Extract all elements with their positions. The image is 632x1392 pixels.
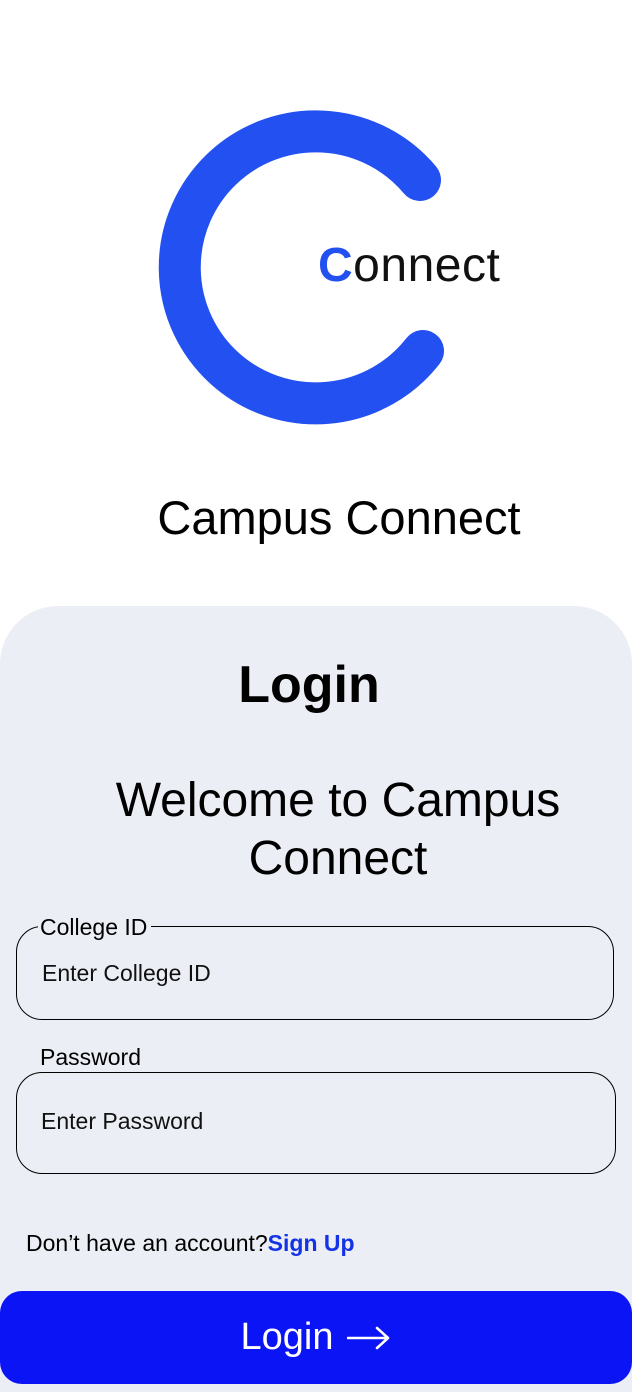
logo-wordmark: Connect (318, 236, 500, 296)
college-id-input[interactable] (42, 955, 593, 991)
password-input[interactable] (41, 1103, 595, 1139)
password-field[interactable] (16, 1072, 616, 1174)
app-logo: Connect (0, 0, 632, 460)
login-button-label: Login (240, 1316, 334, 1358)
app-title: Campus Connect (157, 491, 521, 544)
password-label: Password (40, 1044, 141, 1070)
signup-link[interactable]: Sign Up (268, 1230, 355, 1256)
logo-wordmark-rest: onnect (353, 239, 501, 292)
login-button-content: Login (0, 1291, 632, 1384)
logo-ring-icon (158, 110, 444, 425)
logo-wordmark-first-letter: C (318, 239, 354, 292)
welcome-message: Welcome to Campus Connect (115, 774, 561, 885)
login-heading: Login (238, 656, 380, 714)
login-button[interactable]: Login (0, 1291, 632, 1384)
signup-prompt: Don’t have an account?Sign Up (26, 1228, 355, 1258)
arrow-right-icon (347, 1326, 390, 1349)
college-id-label: College ID (38, 912, 152, 942)
signup-prompt-text: Don’t have an account? (26, 1230, 268, 1256)
